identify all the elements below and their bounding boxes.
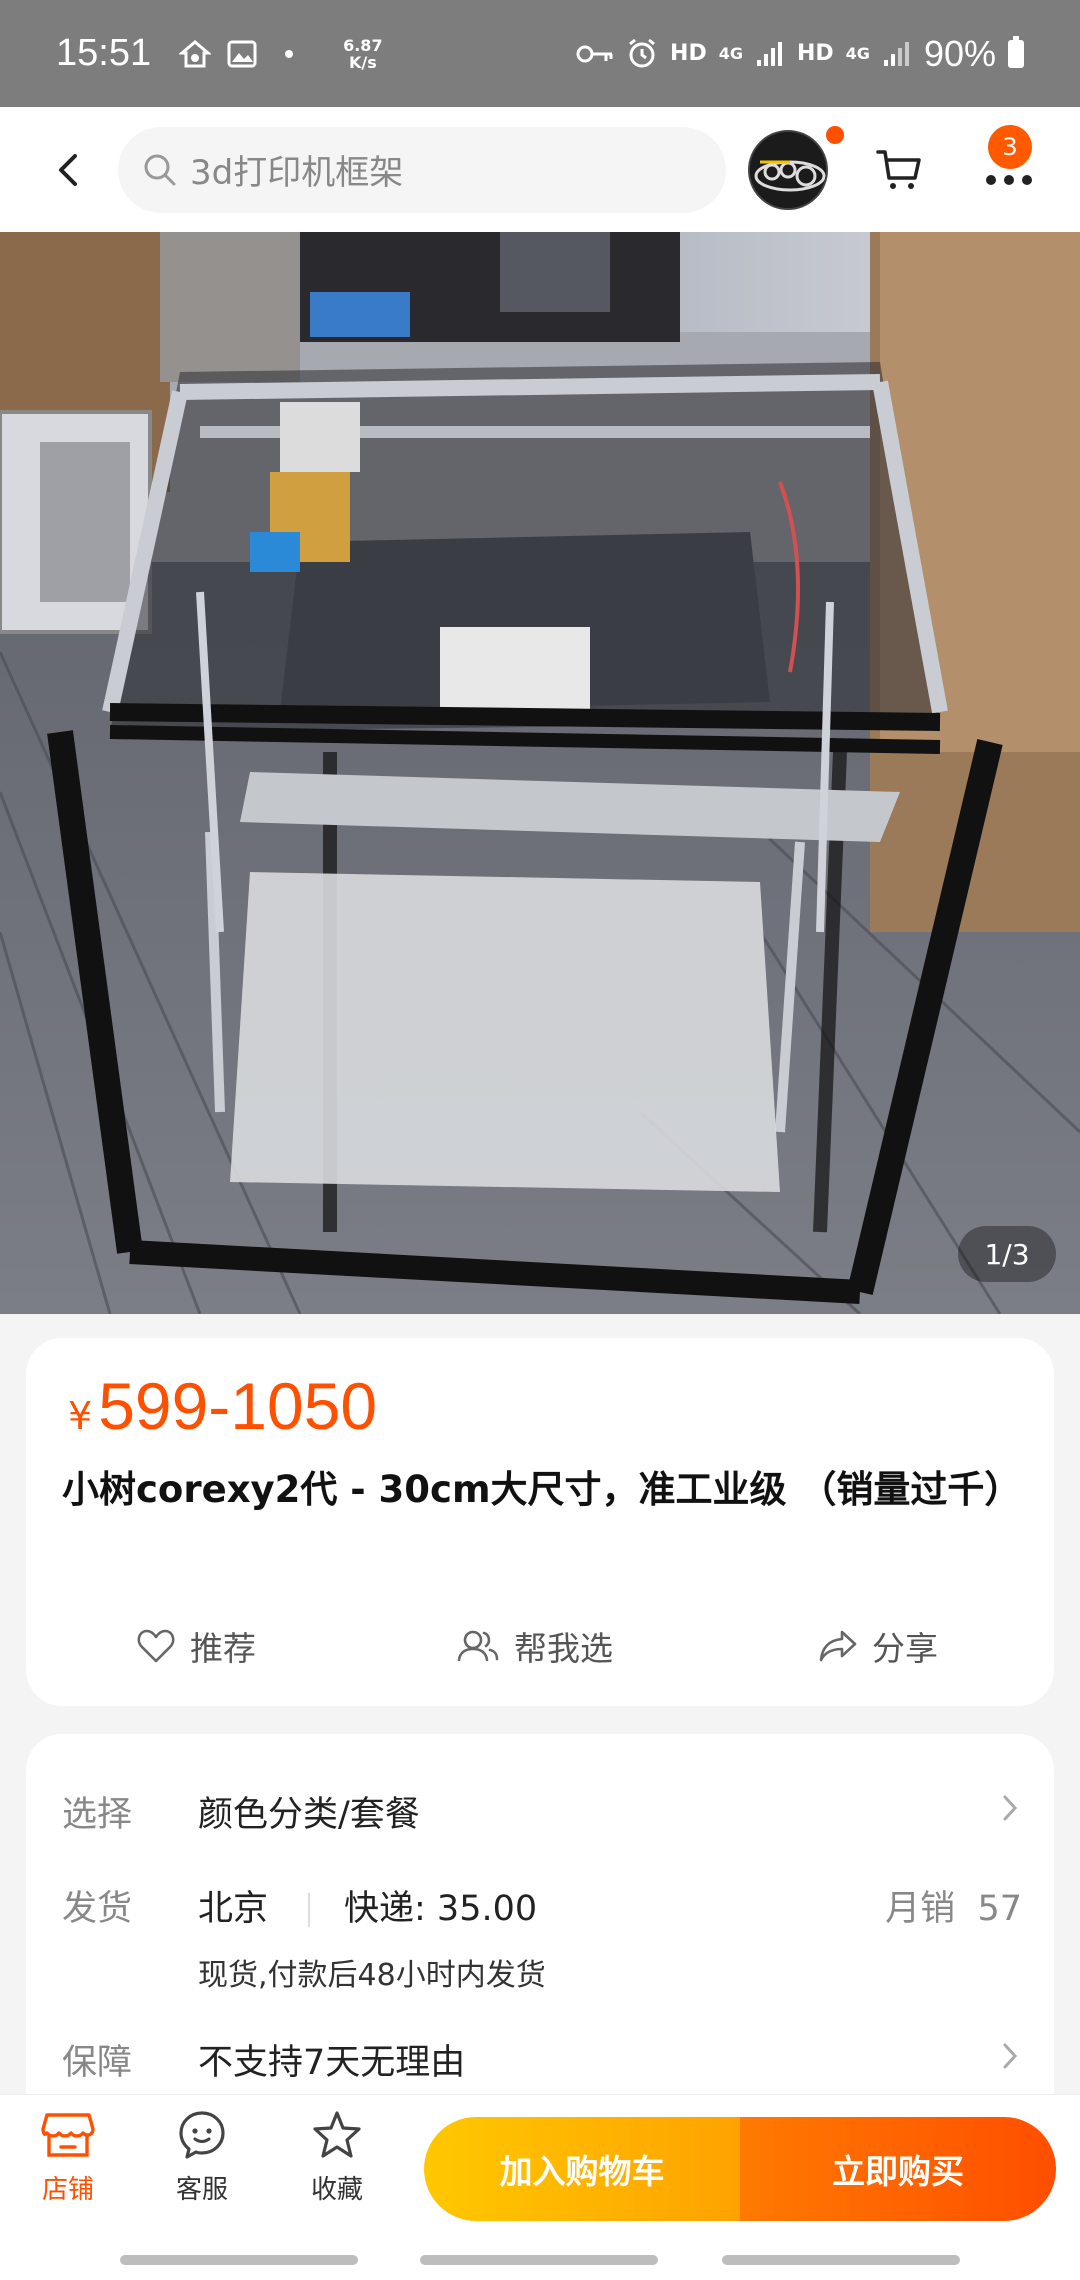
search-input[interactable]: 3d打印机框架 <box>118 126 726 213</box>
monthly-sales: 月销 57 <box>885 1889 1022 1929</box>
shop-avatar[interactable] <box>748 129 828 210</box>
ship-label: 发货 <box>62 1889 133 1929</box>
share-icon <box>819 1630 857 1662</box>
product-photo <box>0 232 1080 1314</box>
network-speed: 6.87 K/s <box>343 35 383 72</box>
price-card: ¥ 599-1050 小树corexy2代 - 30cm大尺寸，准工业级 （销量… <box>26 1338 1054 1706</box>
ship-note: 现货,付款后48小时内发货 <box>198 1958 546 1993</box>
express-fee: 快递: 35.00 <box>344 1889 538 1929</box>
gesture-nav-bar <box>0 2240 1080 2280</box>
product-title: 小树corexy2代 - 30cm大尺寸，准工业级 （销量过千） <box>62 1468 1022 1511</box>
info-card: 选择 颜色分类/套餐 发货 北京 快递: 35.00 月销 57 现货,付款后48… <box>26 1734 1054 2094</box>
signal-icon-2 <box>883 41 909 66</box>
chevron-left-icon <box>59 153 77 186</box>
cart-button[interactable] <box>864 135 934 205</box>
back-button[interactable] <box>18 120 118 220</box>
top-nav-bar: 3d打印机框架 3 <box>0 107 1080 232</box>
dot-icon <box>285 49 294 58</box>
shop-logo-icon <box>750 131 826 208</box>
chat-face-icon <box>179 2111 225 2159</box>
product-gallery[interactable]: 1/3 <box>0 232 1080 1314</box>
price: ¥ 599-1050 <box>68 1368 377 1444</box>
store-button[interactable]: 店铺 <box>18 2109 118 2206</box>
favorite-button[interactable]: 收藏 <box>287 2109 387 2206</box>
help-choose-button[interactable]: 帮我选 <box>456 1606 613 1686</box>
price-value: 599-1050 <box>98 1369 378 1443</box>
network-gen-2: 4G <box>845 44 870 63</box>
notification-dot <box>826 126 844 144</box>
chevron-right-icon <box>998 1788 1022 1828</box>
vpn-key-icon <box>576 45 613 62</box>
add-to-cart-button[interactable]: 加入购物车 <box>424 2117 740 2221</box>
message-badge: 3 <box>988 124 1032 169</box>
store-icon <box>41 2113 95 2157</box>
bottom-action-bar: 店铺 客服 收藏 加入购物车 立即购买 <box>0 2094 1080 2240</box>
nav-pill-left[interactable] <box>120 2255 358 2265</box>
cart-icon <box>876 149 921 189</box>
hd-indicator: HD <box>670 41 707 66</box>
search-icon <box>144 154 176 185</box>
divider <box>308 1893 311 1927</box>
chevron-right-icon <box>998 2036 1022 2076</box>
share-button[interactable]: 分享 <box>818 1606 938 1686</box>
nav-pill-center[interactable] <box>420 2255 658 2265</box>
battery-percent: 90% <box>923 32 996 74</box>
signal-icon <box>756 41 782 66</box>
more-button[interactable]: 3 <box>974 124 1044 205</box>
recommend-button[interactable]: 推荐 <box>136 1606 256 1686</box>
search-placeholder: 3d打印机框架 <box>190 153 404 193</box>
more-icon <box>986 174 1032 185</box>
star-icon <box>313 2111 361 2158</box>
status-time: 15:51 <box>56 32 152 74</box>
image-counter: 1/3 <box>958 1226 1056 1282</box>
people-icon <box>457 1630 499 1662</box>
alarm-icon <box>629 38 655 67</box>
hd-indicator-2: HD <box>796 41 834 66</box>
ship-from: 北京 <box>198 1889 269 1929</box>
gallery-icon <box>227 40 257 67</box>
customer-service-button[interactable]: 客服 <box>152 2109 252 2206</box>
guarantee-value: 不支持7天无理由 <box>198 2043 466 2083</box>
select-value: 颜色分类/套餐 <box>198 1795 420 1835</box>
network-gen: 4G <box>718 44 743 63</box>
nav-pill-right[interactable] <box>722 2255 960 2265</box>
home-sync-icon <box>179 39 212 67</box>
buy-now-button[interactable]: 立即购买 <box>740 2117 1056 2221</box>
battery-icon <box>1008 35 1024 68</box>
status-bar: 15:51 6.87 K/s HD 4G HD 4G 90% <box>0 0 1080 107</box>
select-label: 选择 <box>62 1795 133 1835</box>
heart-icon <box>137 1629 175 1663</box>
currency-symbol: ¥ <box>68 1394 93 1438</box>
guarantee-label: 保障 <box>62 2043 133 2083</box>
